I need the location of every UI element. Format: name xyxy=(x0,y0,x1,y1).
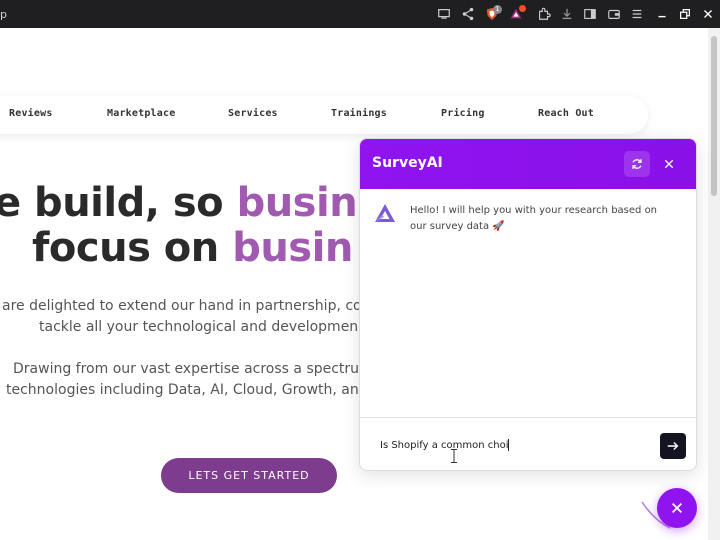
hero-heading-accent-1: busin xyxy=(236,180,358,226)
hero-heading-accent-2: busin xyxy=(232,225,353,271)
download-icon[interactable] xyxy=(559,6,575,22)
restore-icon[interactable] xyxy=(677,6,693,22)
chat-title: SurveyAI xyxy=(372,155,443,171)
nav-item-marketplace[interactable]: Marketplace xyxy=(107,108,175,119)
nav-item-services[interactable]: Services xyxy=(228,108,278,119)
chat-header: SurveyAI xyxy=(360,139,696,189)
site-navbar: Reviews Marketplace Services Trainings P… xyxy=(0,96,648,134)
cast-icon[interactable] xyxy=(436,6,452,22)
close-window-icon[interactable] xyxy=(700,6,716,22)
minimize-icon[interactable] xyxy=(654,6,670,22)
page-scrollbar[interactable] xyxy=(708,28,720,540)
lets-get-started-button[interactable]: LETS GET STARTED xyxy=(161,458,337,493)
surveyai-chat-panel: SurveyAI Hello! I will help you with you… xyxy=(359,138,697,471)
share-icon[interactable] xyxy=(460,6,476,22)
nav-item-reach-out[interactable]: Reach Out xyxy=(538,108,594,119)
sidebar-icon[interactable] xyxy=(582,6,598,22)
refresh-icon xyxy=(632,159,642,169)
hero-heading-plain-1: e build, so xyxy=(0,180,237,226)
brave-shield-icon[interactable]: 1 xyxy=(484,5,502,22)
mouse-ibeam-cursor xyxy=(451,449,457,463)
close-icon xyxy=(664,159,674,169)
extensions-icon[interactable] xyxy=(536,6,552,22)
text-caret xyxy=(508,439,509,451)
wallet-icon[interactable] xyxy=(606,6,622,22)
hero-heading-plain-2: focus on xyxy=(32,225,233,271)
rewards-dot xyxy=(519,5,526,12)
scrollbar-thumb[interactable] xyxy=(711,36,717,196)
browser-toolbar: p 1 xyxy=(0,0,720,28)
menu-icon[interactable] xyxy=(629,6,645,22)
refresh-chat-button[interactable] xyxy=(624,151,650,177)
brave-rewards-icon[interactable] xyxy=(508,5,526,22)
chat-input-divider xyxy=(360,417,696,418)
nav-item-reviews[interactable]: Reviews xyxy=(9,108,53,119)
nav-item-trainings[interactable]: Trainings xyxy=(331,108,387,119)
close-icon xyxy=(672,503,682,513)
surveyai-logo-icon xyxy=(375,204,395,222)
tab-title-fragment[interactable]: p xyxy=(0,8,7,21)
chat-toggle-fab[interactable] xyxy=(657,488,697,528)
hero-heading-line-2: focus on busin xyxy=(32,225,353,271)
nav-item-pricing[interactable]: Pricing xyxy=(441,108,485,119)
send-message-button[interactable] xyxy=(660,433,686,459)
shield-count-badge: 1 xyxy=(493,5,502,14)
hero-heading-line-1: e build, so busin xyxy=(0,180,358,226)
chat-message-input[interactable] xyxy=(380,433,650,457)
close-chat-button[interactable] xyxy=(656,151,682,177)
assistant-greeting-message: Hello! I will help you with your researc… xyxy=(410,205,658,232)
arrow-right-icon xyxy=(667,442,679,450)
